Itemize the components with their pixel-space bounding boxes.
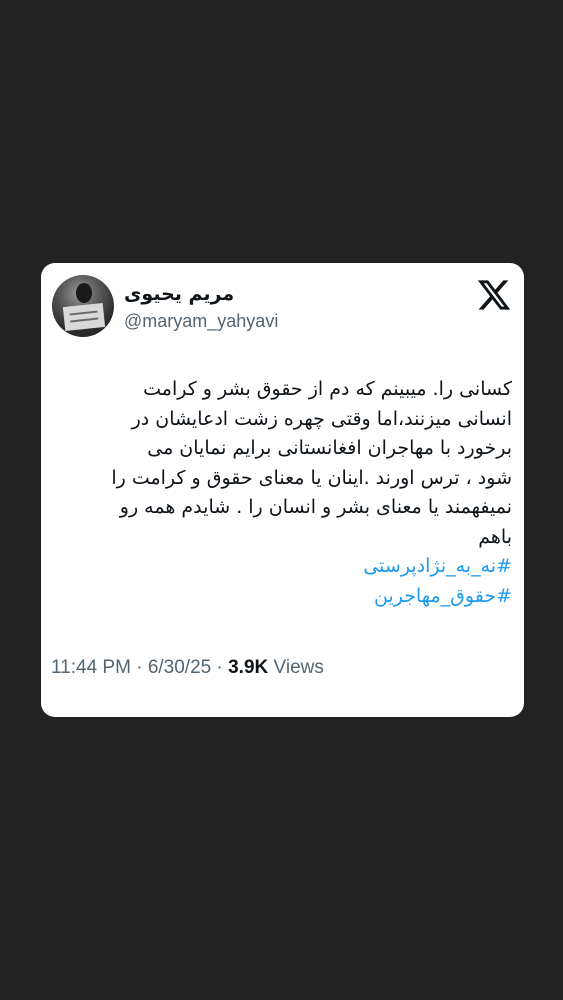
- meta-separator: ·: [136, 657, 143, 678]
- avatar[interactable]: [52, 275, 114, 337]
- views-label: Views: [273, 657, 324, 678]
- tweet-card[interactable]: مریم یحیوی @maryam_yahyavi کسانی را. میب…: [41, 263, 524, 717]
- author-display-name[interactable]: مریم یحیوی: [124, 283, 234, 305]
- tweet-text-line: برخورد با مهاجران افغانستانی برایم نمایا…: [147, 437, 512, 459]
- tweet-text-line: شود ، ترس اورند .اینان یا معنای حقوق و ک…: [111, 466, 512, 489]
- hashtag-link[interactable]: #نه_به_نژادپرستی: [50, 552, 512, 582]
- tweet-text: کسانی را. میبینم که دم از حقوق بشر و کرا…: [50, 375, 512, 611]
- hashtag-link[interactable]: #حقوق_مهاجرین: [50, 582, 512, 612]
- tweet-meta: 11:44 PM · 6/30/25 · 3.9K Views: [51, 657, 324, 679]
- author-handle[interactable]: @maryam_yahyavi: [124, 311, 278, 332]
- avatar-figure: [76, 283, 92, 303]
- views-count: 3.9K: [228, 657, 269, 678]
- tweet-text-line: انسانی میزنند،اما وقتی چهره زشت ادعایشان…: [131, 407, 512, 430]
- tweet-text-line: نمیفهمند یا معنای بشر و انسان را . شایدم…: [119, 496, 512, 518]
- x-logo-icon[interactable]: [476, 277, 512, 313]
- meta-separator: ·: [216, 657, 223, 678]
- tweet-time[interactable]: 11:44 PM: [51, 657, 131, 678]
- tweet-text-line: کسانی را. میبینم که دم از حقوق بشر و کرا…: [143, 378, 512, 400]
- tweet-text-line: باهم: [478, 525, 512, 548]
- avatar-sign: [62, 302, 106, 332]
- tweet-date[interactable]: 6/30/25: [148, 657, 211, 678]
